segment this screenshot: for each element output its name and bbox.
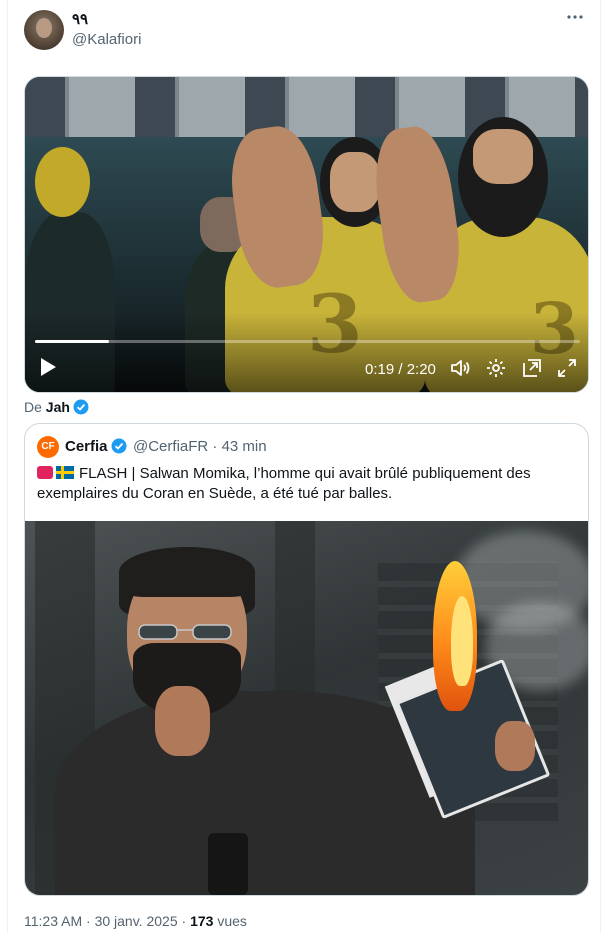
- image-sunglasses: [138, 624, 232, 640]
- play-button[interactable]: [39, 357, 57, 376]
- verified-badge-icon: [111, 438, 127, 459]
- post-date[interactable]: 30 janv. 2025: [95, 913, 178, 929]
- image-hand-left: [155, 686, 210, 756]
- video-time: 0:19 / 2:20: [365, 361, 436, 378]
- more-options-button[interactable]: [566, 8, 584, 31]
- quoted-author-handle[interactable]: @CerfiaFR: [133, 438, 208, 455]
- fullscreen-button[interactable]: [556, 357, 578, 379]
- image-hair-top: [119, 547, 255, 597]
- source-prefix: De: [24, 399, 42, 415]
- video-progress-bar[interactable]: [35, 340, 580, 343]
- meta-separator: ·: [181, 913, 187, 929]
- video-face-center: [330, 152, 380, 212]
- play-icon: [41, 358, 56, 376]
- embedded-video[interactable]: 3 3 0:19 / 2:20: [24, 76, 589, 393]
- meta-separator: ·: [212, 438, 218, 455]
- cerfia-avatar[interactable]: CF: [37, 436, 59, 458]
- meta-separator: ·: [86, 913, 91, 929]
- author-handle[interactable]: @Kalafiori: [72, 31, 141, 48]
- image-flame-core: [451, 596, 473, 686]
- pip-icon: [523, 359, 541, 377]
- quoted-author-meta: @CerfiaFR · 43 min: [133, 438, 267, 455]
- source-name[interactable]: Jah: [46, 399, 70, 415]
- volume-button[interactable]: [449, 357, 471, 379]
- video-progress-fill: [35, 340, 110, 343]
- image-hand-right: [495, 721, 535, 771]
- siren-emoji-icon: [37, 466, 53, 479]
- quoted-post-text: FLASH | Salwan Momika, l’homme qui avait…: [37, 464, 572, 504]
- avatar-face: [36, 18, 52, 38]
- quoted-post-image[interactable]: [25, 521, 588, 895]
- fullscreen-icon: [558, 359, 576, 377]
- author-display-name[interactable]: ٩٩: [72, 10, 88, 28]
- video-source[interactable]: De Jah: [24, 399, 89, 418]
- volume-icon: [451, 360, 470, 376]
- image-phone: [208, 833, 248, 895]
- quoted-author-name[interactable]: Cerfia: [65, 438, 108, 455]
- quoted-post-age: 43 min: [221, 438, 267, 455]
- video-figure-left-head: [35, 147, 90, 217]
- picture-in-picture-button[interactable]: [521, 357, 543, 379]
- settings-button[interactable]: [485, 357, 507, 379]
- quoted-post[interactable]: CF Cerfia @CerfiaFR · 43 min FLASH | Sal…: [24, 423, 589, 896]
- ellipsis-icon: [567, 15, 583, 19]
- view-count-label: vues: [217, 913, 247, 929]
- settings-icon: [487, 359, 505, 377]
- verified-badge-icon: [73, 399, 89, 418]
- post-time[interactable]: 11:23 AM: [24, 913, 82, 929]
- view-count: 173: [190, 913, 214, 929]
- video-face-right: [473, 129, 533, 184]
- quoted-text-body: FLASH | Salwan Momika, l’homme qui avait…: [37, 465, 531, 502]
- post-meta: 11:23 AM · 30 janv. 2025 · 173 vues: [24, 913, 247, 929]
- video-controls-shade: [25, 312, 588, 392]
- sweden-flag-icon: [56, 466, 74, 479]
- author-avatar[interactable]: [24, 10, 64, 50]
- timeline-left-border: [7, 0, 8, 933]
